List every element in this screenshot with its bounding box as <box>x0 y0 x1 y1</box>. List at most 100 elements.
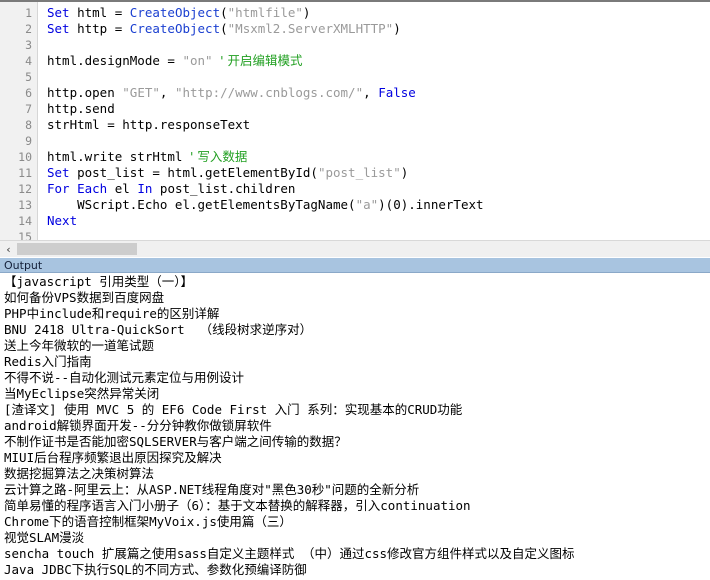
output-line: android解锁界面开发--分分钟教你做锁屏软件 <box>4 418 272 433</box>
output-line: 不制作证书是否能加密SQLSERVER与客户端之间传输的数据？ <box>4 434 347 449</box>
code-token: CreateObject <box>129 21 221 36</box>
code-editor-inner: 1 2 3 4 5 6 7 8 9 10 11 12 13 14 15 Set html = CreateO… <box>0 2 710 240</box>
code-token: "http://www.cnblogs.com/" <box>174 85 364 100</box>
code-token: In <box>137 181 153 196</box>
code-token: ' 开启编辑模式 <box>220 53 303 68</box>
output-line: 不得不说--自动化测试元素定位与用例设计 <box>4 370 245 385</box>
code-line: Set post_list = html.getElementById("pos… <box>47 165 710 181</box>
line-number-gutter: 1 2 3 4 5 6 7 8 9 10 11 12 13 14 15 <box>0 2 38 240</box>
output-line: Redis入门指南 <box>4 354 92 369</box>
output-line: BNU 2418 Ultra-QuickSort （线段树求逆序对） <box>4 322 313 337</box>
scrollbar-track[interactable] <box>17 241 710 257</box>
output-line: 云计算之路-阿里云上：从ASP.NET线程角度对"黑色30秒"问题的全新分析 <box>4 482 420 497</box>
output-line: 【javascript 引用类型（一）】 <box>4 274 194 289</box>
code-line: http.send <box>47 101 710 117</box>
code-token: For Each <box>47 181 108 196</box>
code-token: ) <box>393 21 401 36</box>
code-token: "a" <box>355 197 379 212</box>
code-token: http.open <box>47 85 123 100</box>
code-token: ).innerText <box>400 197 484 212</box>
output-line: Chrome下的语音控制框架MyVoix.js使用篇（三） <box>4 514 292 529</box>
code-token: "htmlfile" <box>227 5 303 20</box>
vbscript-editor-window: 1 2 3 4 5 6 7 8 9 10 11 12 13 14 15 Set html = CreateO… <box>0 0 710 580</box>
line-number: 4 <box>25 54 32 68</box>
code-token: ) <box>400 165 409 180</box>
code-line: Set html = CreateObject("htmlfile") <box>47 5 710 21</box>
code-token: strHtml = http.responseText <box>47 117 251 132</box>
code-token: Next <box>47 213 78 228</box>
code-token: http.send <box>47 101 115 116</box>
output-line: sencha touch 扩展篇之使用sass自定义主题样式 （中）通过css修… <box>4 546 575 561</box>
code-token: http = <box>69 21 130 36</box>
code-token: , <box>159 85 175 100</box>
output-line: MIUI后台程序频繁退出原因探究及解决 <box>4 450 222 465</box>
code-token: Set <box>47 165 70 180</box>
line-number: 8 <box>25 118 32 132</box>
output-line: 简单易懂的程序语言入门小册子（6）：基于文本替换的解释器，引入continuat… <box>4 498 471 513</box>
line-number: 9 <box>25 134 32 148</box>
output-line: 如何备份VPS数据到百度网盘 <box>4 290 165 305</box>
code-line: http.open "GET", "http://www.cnblogs.com… <box>47 85 710 101</box>
output-line: 数据挖掘算法之决策树算法 <box>4 466 155 481</box>
code-token: "Msxml2.ServerXMLHTTP" <box>227 21 394 36</box>
code-editor-pane[interactable]: 1 2 3 4 5 6 7 8 9 10 11 12 13 14 15 Set html = CreateO… <box>0 0 710 240</box>
code-line: html.write strHtml ' 写入数据 <box>47 149 710 165</box>
line-number: 13 <box>18 198 32 212</box>
code-token: "on" <box>182 53 213 68</box>
code-token: Set <box>47 5 70 20</box>
code-token: ( <box>220 21 228 36</box>
code-token: html = <box>69 5 130 20</box>
line-number: 14 <box>18 214 32 228</box>
code-text-area[interactable]: Set html = CreateObject("htmlfile") Set h… <box>38 2 710 240</box>
code-token: CreateObject <box>129 5 221 20</box>
code-token: html.designMode = <box>47 53 183 68</box>
output-line: 视觉SLAM漫淡 <box>4 530 85 545</box>
code-token: post_list.children <box>152 181 296 196</box>
code-token: html.write strHtml <box>47 149 190 164</box>
output-line: [渣译文] 使用 MVC 5 的 EF6 Code First 入门 系列：实现… <box>4 402 463 417</box>
code-token: False <box>378 85 416 100</box>
output-panel-header[interactable]: Output <box>0 257 710 273</box>
line-number: 1 <box>25 6 32 20</box>
line-number: 3 <box>25 38 32 52</box>
output-line: 送上今年微软的一道笔试题 <box>4 338 155 353</box>
code-token: post_list = html.getElementById( <box>69 165 318 180</box>
scrollbar-thumb[interactable] <box>17 243 137 255</box>
horizontal-scrollbar[interactable]: ‹ <box>0 240 710 257</box>
line-number: 5 <box>25 70 32 84</box>
code-token: "GET" <box>122 85 160 100</box>
code-token: )( <box>378 197 394 212</box>
code-token: ' 写入数据 <box>190 149 248 164</box>
code-token: 0 <box>393 197 401 212</box>
output-line: Java JDBC下执行SQL的不同方式、参数化预编译防御 <box>4 562 307 577</box>
scroll-left-arrow-icon[interactable]: ‹ <box>0 241 17 257</box>
line-number: 2 <box>25 22 32 36</box>
code-token: "post_list" <box>317 165 401 180</box>
line-number: 12 <box>18 182 32 196</box>
code-token: , <box>363 85 379 100</box>
line-number: 15 <box>18 230 32 240</box>
code-line: html.designMode = "on" ' 开启编辑模式 <box>47 53 710 69</box>
line-number: 11 <box>18 166 32 180</box>
code-token: WScript.Echo el.getElementsByTagName( <box>47 197 356 212</box>
code-token: ( <box>220 5 228 20</box>
output-panel-body[interactable]: 【javascript 引用类型（一）】 如何备份VPS数据到百度网盘 PHP中in… <box>0 273 710 580</box>
line-number: 6 <box>25 86 32 100</box>
line-number: 7 <box>25 102 32 116</box>
code-line: strHtml = http.responseText <box>47 117 710 133</box>
output-panel-title: Output <box>4 258 43 272</box>
code-line: For Each el In post_list.children <box>47 181 710 197</box>
code-line: WScript.Echo el.getElementsByTagName("a"… <box>47 197 710 213</box>
code-token: el <box>107 181 138 196</box>
code-line: Set http = CreateObject("Msxml2.ServerXM… <box>47 21 710 37</box>
code-token: ) <box>302 5 311 20</box>
output-line: PHP中include和require的区别详解 <box>4 306 220 321</box>
output-line: 当MyEclipse突然异常关闭 <box>4 386 160 401</box>
line-number: 10 <box>18 150 32 164</box>
code-token: Set <box>47 21 70 36</box>
